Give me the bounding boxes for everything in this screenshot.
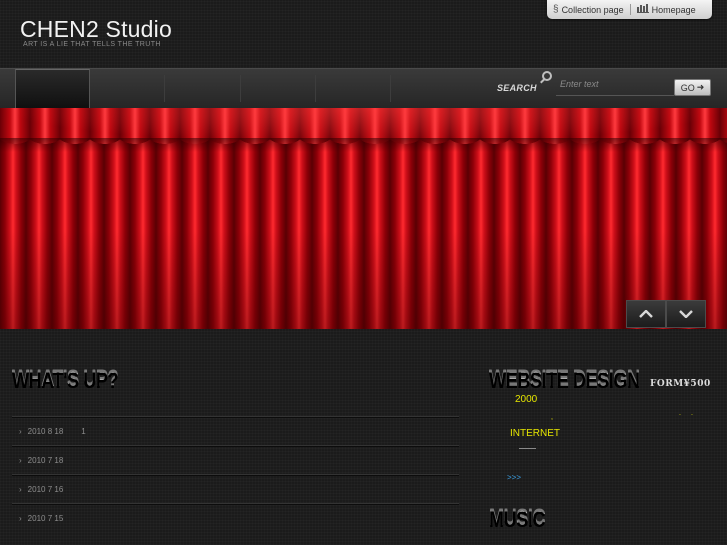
chevron-right-icon: › xyxy=(19,455,22,465)
nav-divider xyxy=(390,75,391,102)
site-tagline: ART IS A LIE THAT TELLS THE TRUTH xyxy=(23,41,161,48)
homepage-link[interactable]: Homepage xyxy=(631,3,702,16)
website-design-heading: WEBSITE DESIGN xyxy=(489,366,640,391)
whats-up-heading: WHAT'S UP? xyxy=(12,366,119,391)
banner-next-button[interactable] xyxy=(666,300,706,328)
arrow-right-icon: ➜ xyxy=(696,82,705,92)
news-item[interactable]: › 2010 8 18 1 xyxy=(12,416,459,445)
news-title: 1 xyxy=(81,426,86,436)
design-text-mark: . xyxy=(691,410,693,417)
nav-divider xyxy=(315,75,316,102)
news-item[interactable]: › 2010 7 16 xyxy=(12,474,459,503)
site-title: CHEN2 Studio xyxy=(20,16,172,42)
chevron-right-icon: › xyxy=(19,484,22,494)
chevron-right-icon: › xyxy=(19,513,22,523)
design-price: 2000 xyxy=(515,394,538,405)
go-label: GO xyxy=(680,82,695,93)
search-icon xyxy=(542,71,552,81)
news-date: 2010 7 18 xyxy=(27,455,64,465)
more-link[interactable]: >>> xyxy=(507,473,521,482)
valance-shadow xyxy=(0,138,727,152)
news-item[interactable]: › 2010 7 15 xyxy=(12,503,459,532)
chevron-up-icon xyxy=(639,310,653,318)
nav-divider xyxy=(164,75,165,102)
design-text-mark: , xyxy=(551,414,553,421)
chevron-down-icon xyxy=(679,310,693,318)
music-heading: MUSIC xyxy=(489,505,546,530)
search-go-button[interactable]: GO ➜ xyxy=(674,79,711,96)
search-input[interactable] xyxy=(556,72,674,96)
curtain-banner xyxy=(0,108,727,329)
news-item[interactable]: › 2010 7 18 xyxy=(12,445,459,474)
search-label: SEARCH xyxy=(497,83,537,93)
collection-page-label: Collection page xyxy=(561,4,624,15)
design-text-mark: . xyxy=(679,410,681,417)
nav-divider xyxy=(240,75,241,102)
divider-line xyxy=(519,448,536,449)
collection-page-link[interactable]: § Collection page xyxy=(547,4,630,15)
news-list: › 2010 8 18 1 › 2010 7 18 › 2010 7 16 › … xyxy=(12,416,459,532)
internet-label: INTERNET xyxy=(510,428,560,439)
link-icon: § xyxy=(553,4,559,15)
news-date: 2010 7 16 xyxy=(27,484,64,494)
top-links-bar: § Collection page Homepage xyxy=(547,0,712,19)
banner-prev-button[interactable] xyxy=(626,300,666,328)
news-date: 2010 7 15 xyxy=(27,513,64,523)
homepage-label: Homepage xyxy=(651,4,696,15)
nav-tab-active[interactable] xyxy=(15,69,90,109)
form-price-tag: FORM¥500 xyxy=(650,379,711,389)
news-date: 2010 8 18 xyxy=(27,426,64,436)
city-icon xyxy=(636,3,649,16)
chevron-right-icon: › xyxy=(19,426,22,436)
